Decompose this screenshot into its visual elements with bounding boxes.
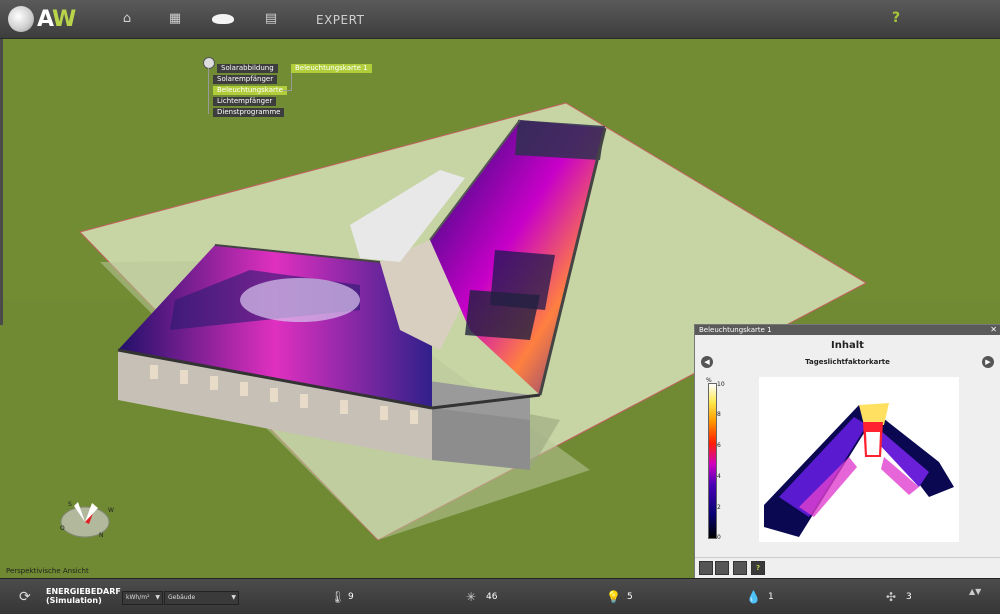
lighting-value: 5 — [627, 592, 633, 602]
scale-tick: 0 — [717, 534, 721, 541]
map-nav-row: ◀ Tageslichtfaktorkarte ▶ — [695, 355, 1000, 371]
chevron-down-icon: ▼ — [155, 594, 160, 601]
top-toolbar: AW ⌂ ▦ ▤ EXPERT ? — [0, 0, 1000, 39]
grid-icon[interactable]: ▦ — [168, 12, 182, 26]
app-logo[interactable]: AW — [8, 6, 76, 32]
light-icon[interactable] — [212, 14, 234, 24]
panel-titlebar[interactable]: Beleuchtungskarte 1 ✕ — [695, 325, 1000, 335]
scale-tick: 8 — [717, 411, 721, 418]
cooling-value: 46 — [486, 592, 498, 602]
compass-o: O — [60, 525, 65, 532]
water-value: 1 — [768, 592, 774, 602]
scroll-arrows-icon[interactable]: ▲▼ — [969, 588, 981, 596]
color-scale — [708, 383, 717, 539]
home-icon[interactable]: ⌂ — [120, 12, 134, 26]
document-icon[interactable]: ▤ — [264, 12, 278, 26]
compass-widget[interactable]: W N O S — [56, 498, 114, 540]
tree-branch — [283, 90, 291, 91]
copy-tool-icon[interactable] — [715, 561, 729, 575]
panel-toolbar: ? — [695, 557, 1000, 576]
left-panel-edge[interactable] — [0, 39, 3, 325]
logo-text: AW — [37, 6, 76, 32]
layout-tool-icon[interactable] — [699, 561, 713, 575]
expert-button[interactable]: EXPERT — [316, 13, 364, 27]
tree-root-node[interactable] — [203, 57, 215, 69]
tree-item-solarempfaenger[interactable]: Solarempfänger — [213, 75, 278, 84]
help-button[interactable]: ? — [892, 10, 900, 26]
fan-icon: ✣ — [886, 590, 897, 604]
panel-heading: Inhalt — [831, 340, 864, 351]
unit-select[interactable]: kWh/m² ▼ — [122, 591, 163, 605]
energy-title: ENERGIEBEDARF — [46, 587, 121, 596]
illumination-map-panel: Beleuchtungskarte 1 ✕ Inhalt ◀ Tageslich… — [694, 324, 1000, 580]
daylight-map-image — [764, 403, 954, 537]
scope-select-value: Gebäude — [168, 594, 196, 601]
tree-item-beleuchtungskarte[interactable]: Beleuchtungskarte — [213, 86, 287, 95]
next-map-button[interactable]: ▶ — [982, 356, 994, 368]
tree-item-beleuchtungskarte-1[interactable]: Beleuchtungskarte 1 — [291, 64, 372, 73]
lightbulb-icon: 💡 — [606, 590, 621, 604]
sun-icon: ✳ — [466, 590, 477, 604]
heating-value: 9 — [348, 592, 354, 602]
scope-select[interactable]: Gebäude ▼ — [164, 591, 239, 605]
tree-connector — [208, 68, 209, 114]
tree-item-solarabbildung[interactable]: Solarabbildung — [217, 64, 278, 73]
scale-tick: 2 — [717, 504, 721, 511]
scale-tick: 4 — [717, 473, 721, 480]
list-tool-icon[interactable] — [733, 561, 747, 575]
panel-help-button[interactable]: ? — [751, 561, 765, 575]
logo-mark-icon — [8, 6, 34, 32]
previous-map-button[interactable]: ◀ — [701, 356, 713, 368]
map-title: Tageslichtfaktorkarte — [805, 358, 890, 366]
scale-tick: 10 — [717, 381, 725, 388]
tree-item-dienstprogramme[interactable]: Dienstprogramme — [213, 108, 285, 117]
compass-icon — [60, 502, 110, 538]
compass-w: W — [108, 507, 114, 514]
bottom-status-bar: ⟳ ENERGIEBEDARF (Simulation) kWh/m² ▼ Geb… — [0, 578, 1000, 614]
refresh-icon[interactable]: ⟳ — [19, 589, 31, 605]
unit-select-value: kWh/m² — [126, 594, 150, 601]
daylight-factor-map — [759, 377, 959, 542]
energy-demand-label: ENERGIEBEDARF (Simulation) — [46, 587, 121, 605]
scale-tick: 6 — [717, 442, 721, 449]
energy-subtitle: (Simulation) — [46, 596, 102, 605]
thermometer-icon: 🌡 — [330, 590, 346, 604]
water-drop-icon: 💧 — [746, 590, 761, 604]
chevron-down-icon: ▼ — [231, 594, 236, 601]
view-mode-label: Perspektivische Ansicht — [6, 567, 89, 575]
tree-item-lichtempfaenger[interactable]: Lichtempfänger — [213, 97, 277, 106]
ventilation-value: 3 — [906, 592, 912, 602]
compass-s: S — [68, 501, 72, 508]
compass-n: N — [99, 532, 104, 539]
panel-title: Beleuchtungskarte 1 — [699, 326, 772, 334]
close-icon[interactable]: ✕ — [990, 325, 997, 335]
